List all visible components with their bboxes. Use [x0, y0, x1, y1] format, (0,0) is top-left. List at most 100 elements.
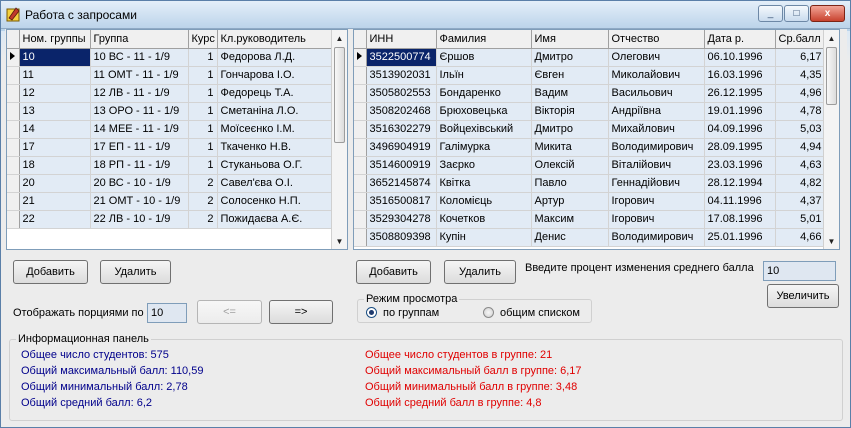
table-cell[interactable]: 1: [188, 48, 218, 67]
close-button[interactable]: x: [810, 5, 845, 22]
column-header[interactable]: ИНН: [366, 30, 437, 49]
table-row[interactable]: 3529304278 Кочетков Максим Ігорович 17.08.19…: [354, 210, 826, 229]
table-cell[interactable]: Ільїн: [436, 66, 532, 85]
row-indicator[interactable]: [7, 66, 20, 85]
table-cell[interactable]: Савел'єва О.І.: [217, 174, 334, 193]
table-cell[interactable]: Брюховецька: [436, 102, 532, 121]
table-cell[interactable]: 12 ЛВ - 11 - 1/9: [90, 84, 189, 103]
table-row[interactable]: 14 14 МЕЕ - 11 - 1/9 1 Моїсеєнко І.М.: [7, 120, 334, 139]
table-cell[interactable]: 3505802553: [366, 84, 437, 103]
column-header[interactable]: Ср.балл: [775, 30, 826, 49]
table-cell[interactable]: 4,82: [775, 174, 826, 193]
row-indicator[interactable]: [7, 48, 20, 67]
table-cell[interactable]: Денис: [531, 228, 609, 247]
students-grid-scrollbar[interactable]: ▲ ▼: [823, 30, 839, 249]
table-row[interactable]: 3505802553 Бондаренко Вадим Васильович 26.12…: [354, 84, 826, 103]
table-cell[interactable]: 2: [188, 192, 218, 211]
table-row[interactable]: 20 20 ВС - 10 - 1/9 2 Савел'єва О.І.: [7, 174, 334, 193]
table-cell[interactable]: 3508202468: [366, 102, 437, 121]
table-cell[interactable]: 06.10.1996: [704, 48, 776, 67]
table-cell[interactable]: 1: [188, 66, 218, 85]
column-header[interactable]: Фамилия: [436, 30, 532, 49]
table-cell[interactable]: Солосенко Н.П.: [217, 192, 334, 211]
row-indicator[interactable]: [7, 210, 20, 229]
table-cell[interactable]: Бондаренко: [436, 84, 532, 103]
table-cell[interactable]: 13: [19, 102, 91, 121]
row-indicator[interactable]: [7, 138, 20, 157]
table-cell[interactable]: 3516500817: [366, 192, 437, 211]
table-row[interactable]: 11 11 ОМТ - 11 - 1/9 1 Гончарова І.О.: [7, 66, 334, 85]
table-cell[interactable]: Віталійович: [608, 156, 705, 175]
table-cell[interactable]: Купін: [436, 228, 532, 247]
table-row[interactable]: 10 10 ВС - 11 - 1/9 1 Федорова Л.Д.: [7, 48, 334, 67]
table-cell[interactable]: Ігорович: [608, 210, 705, 229]
column-header[interactable]: Имя: [531, 30, 609, 49]
table-cell[interactable]: Войцехівський: [436, 120, 532, 139]
row-indicator[interactable]: [7, 120, 20, 139]
table-cell[interactable]: 5,03: [775, 120, 826, 139]
table-row[interactable]: 3514600919 Заєрко Олексій Віталійович 23.03.…: [354, 156, 826, 175]
row-indicator[interactable]: [354, 174, 367, 193]
maximize-button[interactable]: □: [784, 5, 809, 22]
table-row[interactable]: 3513902031 Ільїн Євген Миколайович 16.03.199…: [354, 66, 826, 85]
groups-grid[interactable]: Ном. группы Группа Курс Кл.руководитель …: [6, 29, 348, 250]
table-cell[interactable]: 28.09.1995: [704, 138, 776, 157]
table-cell[interactable]: Квітка: [436, 174, 532, 193]
table-cell[interactable]: Ігорович: [608, 192, 705, 211]
row-indicator[interactable]: [354, 156, 367, 175]
table-row[interactable]: 12 12 ЛВ - 11 - 1/9 1 Федорець Т.А.: [7, 84, 334, 103]
table-cell[interactable]: Максим: [531, 210, 609, 229]
table-cell[interactable]: 4,96: [775, 84, 826, 103]
table-cell[interactable]: 4,94: [775, 138, 826, 157]
table-cell[interactable]: Кочетков: [436, 210, 532, 229]
table-row[interactable]: 18 18 РП - 11 - 1/9 1 Стуканьова О.Г.: [7, 156, 334, 175]
table-cell[interactable]: 10 ВС - 11 - 1/9: [90, 48, 189, 67]
table-cell[interactable]: Микита: [531, 138, 609, 157]
row-indicator[interactable]: [354, 210, 367, 229]
scroll-thumb[interactable]: [826, 47, 837, 105]
column-header[interactable]: Группа: [90, 30, 189, 49]
table-row[interactable]: 3496904919 Галімурка Микита Володимирович 28…: [354, 138, 826, 157]
table-cell[interactable]: Геннадійович: [608, 174, 705, 193]
table-cell[interactable]: 17.08.1996: [704, 210, 776, 229]
table-row[interactable]: 3508809398 Купін Денис Володимирович 25.01.1…: [354, 228, 826, 247]
table-row[interactable]: 22 22 ЛВ - 10 - 1/9 2 Пожидаєва А.Є.: [7, 210, 334, 229]
table-cell[interactable]: 16.03.1996: [704, 66, 776, 85]
table-cell[interactable]: Павло: [531, 174, 609, 193]
row-indicator[interactable]: [354, 138, 367, 157]
row-indicator[interactable]: [354, 66, 367, 85]
table-cell[interactable]: 20: [19, 174, 91, 193]
table-cell[interactable]: 21 ОМТ - 10 - 1/9: [90, 192, 189, 211]
row-indicator[interactable]: [7, 192, 20, 211]
table-cell[interactable]: 23.03.1996: [704, 156, 776, 175]
row-indicator[interactable]: [7, 156, 20, 175]
table-cell[interactable]: 20 ВС - 10 - 1/9: [90, 174, 189, 193]
table-row[interactable]: 21 21 ОМТ - 10 - 1/9 2 Солосенко Н.П.: [7, 192, 334, 211]
table-cell[interactable]: Миколайович: [608, 66, 705, 85]
radio-by-groups-label[interactable]: по группам: [383, 307, 439, 319]
row-indicator[interactable]: [354, 84, 367, 103]
table-cell[interactable]: 3496904919: [366, 138, 437, 157]
table-cell[interactable]: Федорова Л.Д.: [217, 48, 334, 67]
table-cell[interactable]: 3516302279: [366, 120, 437, 139]
table-cell[interactable]: 18: [19, 156, 91, 175]
row-indicator[interactable]: [354, 120, 367, 139]
column-header[interactable]: Курс: [188, 30, 218, 49]
students-grid[interactable]: ИНН Фамилия Имя Отчество Дата р. Ср.балл…: [353, 29, 840, 250]
table-row[interactable]: 13 13 ОРО - 11 - 1/9 1 Сметаніна Л.О.: [7, 102, 334, 121]
table-cell[interactable]: Сметаніна Л.О.: [217, 102, 334, 121]
table-cell[interactable]: Федорець Т.А.: [217, 84, 334, 103]
row-indicator[interactable]: [7, 174, 20, 193]
delete-student-button[interactable]: Удалить: [444, 260, 516, 284]
table-cell[interactable]: 3508809398: [366, 228, 437, 247]
table-cell[interactable]: 14 МЕЕ - 11 - 1/9: [90, 120, 189, 139]
row-indicator[interactable]: [354, 48, 367, 67]
percent-input[interactable]: [763, 261, 836, 281]
table-row[interactable]: 17 17 ЕП - 11 - 1/9 1 Ткаченко Н.В.: [7, 138, 334, 157]
table-cell[interactable]: 19.01.1996: [704, 102, 776, 121]
table-cell[interactable]: 3529304278: [366, 210, 437, 229]
row-indicator[interactable]: [354, 192, 367, 211]
table-cell[interactable]: Володимирович: [608, 138, 705, 157]
scroll-up-icon[interactable]: ▲: [332, 30, 347, 46]
column-header[interactable]: Кл.руководитель: [217, 30, 334, 49]
